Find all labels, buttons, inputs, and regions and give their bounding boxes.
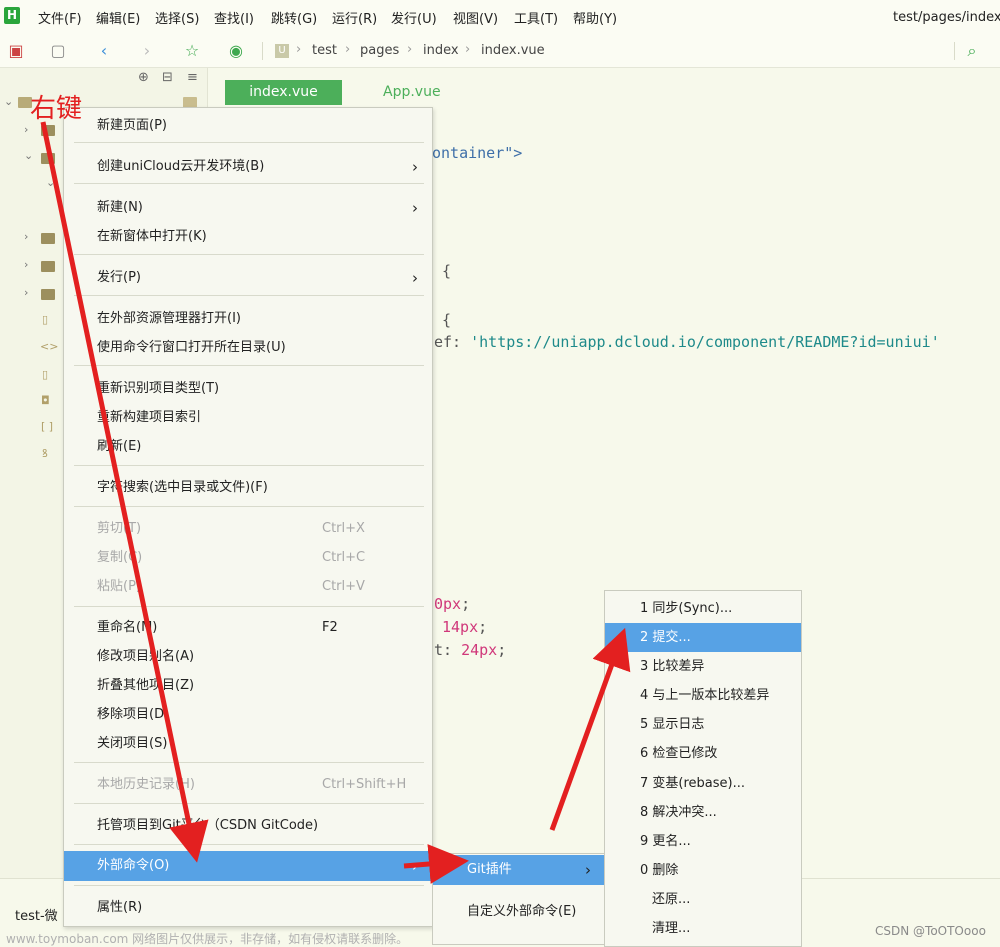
annotation-right-click-label: 右键 xyxy=(30,94,83,124)
author-watermark: CSDN @ToOTOooo xyxy=(875,924,986,938)
arrow-to-external-command xyxy=(40,121,209,863)
arrow-to-git-plugin xyxy=(403,844,469,884)
watermark: www.toymoban.com 网络图片仅供展示，非存储，如有侵权请联系删除。 xyxy=(6,932,409,946)
annotation-arrows xyxy=(40,121,631,884)
arrow-to-commit xyxy=(549,627,631,831)
